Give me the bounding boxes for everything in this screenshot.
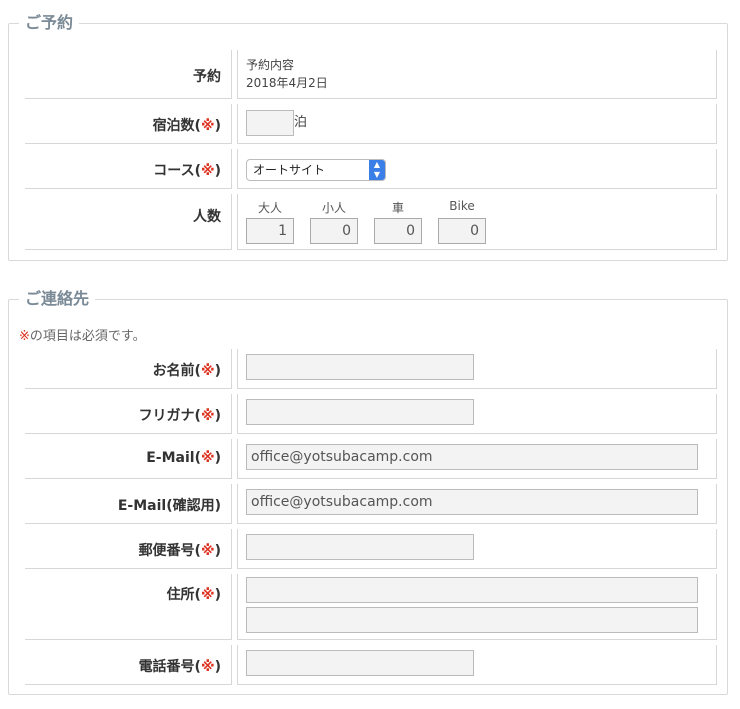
adult-count-input[interactable]: 1 bbox=[246, 218, 294, 244]
email-input[interactable]: office@yotsubacamp.com bbox=[246, 444, 698, 470]
postal-label: 郵便番号(※) bbox=[138, 543, 221, 559]
phone-label: 電話番号(※) bbox=[138, 659, 221, 675]
required-mark: ※ bbox=[19, 329, 30, 344]
email-row: E-Mail(※) office@yotsubacamp.com bbox=[25, 439, 717, 479]
nights-row: 宿泊数(※) 泊 bbox=[25, 104, 717, 144]
furigana-label: フリガナ(※) bbox=[138, 408, 221, 424]
booking-label: 予約 bbox=[193, 69, 221, 85]
car-count-input[interactable]: 0 bbox=[374, 218, 422, 244]
required-note: ※の項目は必須です。 bbox=[19, 329, 146, 344]
contact-legend: ご連絡先 bbox=[19, 288, 96, 310]
car-label: 車 bbox=[391, 201, 404, 215]
select-arrows-icon: ▲ ▼ bbox=[369, 160, 385, 180]
required-mark: ※ bbox=[200, 363, 215, 379]
address-row: 住所(※) bbox=[25, 574, 717, 640]
address-input-1[interactable] bbox=[246, 577, 698, 603]
address-input-2[interactable] bbox=[246, 607, 698, 633]
nights-unit: 泊 bbox=[294, 115, 308, 130]
phone-input[interactable] bbox=[246, 650, 474, 676]
email-label: E-Mail(※) bbox=[146, 450, 221, 466]
course-select[interactable]: オートサイト ▲ ▼ bbox=[246, 159, 386, 181]
postal-input[interactable] bbox=[246, 534, 474, 560]
nights-label: 宿泊数(※) bbox=[152, 118, 221, 134]
child-label: 小人 bbox=[321, 201, 346, 215]
required-mark: ※ bbox=[200, 163, 215, 179]
name-input[interactable] bbox=[246, 354, 474, 380]
contact-section: ご連絡先 ※の項目は必須です。 お名前(※) フリガナ(※) E-Mail(※)… bbox=[8, 288, 728, 695]
booking-date: 2018年4月2日 bbox=[246, 76, 328, 90]
furigana-row: フリガナ(※) bbox=[25, 394, 717, 434]
course-row: コース(※) オートサイト ▲ ▼ bbox=[25, 149, 717, 189]
required-mark: ※ bbox=[200, 543, 215, 559]
course-selected-value: オートサイト bbox=[253, 163, 326, 177]
bike-count-input[interactable]: 0 bbox=[438, 218, 486, 244]
name-row: お名前(※) bbox=[25, 349, 717, 389]
required-mark: ※ bbox=[200, 659, 215, 675]
email-confirm-label: E-Mail(確認用) bbox=[117, 498, 221, 514]
required-mark: ※ bbox=[200, 450, 215, 466]
address-label: 住所(※) bbox=[166, 587, 221, 603]
required-mark: ※ bbox=[200, 587, 215, 603]
people-row: 人数 大人 1 小人 0 車 0 Bike 0 bbox=[25, 194, 717, 250]
email-confirm-input[interactable]: office@yotsubacamp.com bbox=[246, 489, 698, 515]
reservation-legend: ご予約 bbox=[19, 12, 80, 34]
bike-label: Bike bbox=[449, 199, 475, 213]
booking-row: 予約 予約内容 2018年4月2日 bbox=[25, 50, 717, 99]
required-mark: ※ bbox=[200, 408, 215, 424]
name-label: お名前(※) bbox=[152, 363, 221, 379]
reservation-section: ご予約 予約 予約内容 2018年4月2日 宿泊数(※) 泊 コース(※) オー… bbox=[8, 12, 728, 261]
nights-input[interactable] bbox=[246, 110, 294, 136]
phone-row: 電話番号(※) bbox=[25, 645, 717, 685]
furigana-input[interactable] bbox=[246, 399, 474, 425]
booking-content-label: 予約内容 bbox=[246, 58, 295, 72]
email-confirm-row: E-Mail(確認用) office@yotsubacamp.com bbox=[25, 484, 717, 524]
child-count-input[interactable]: 0 bbox=[310, 218, 358, 244]
people-label: 人数 bbox=[193, 209, 221, 225]
required-mark: ※ bbox=[200, 118, 215, 134]
adult-label: 大人 bbox=[257, 201, 282, 215]
postal-row: 郵便番号(※) bbox=[25, 529, 717, 569]
course-label: コース(※) bbox=[153, 163, 221, 179]
